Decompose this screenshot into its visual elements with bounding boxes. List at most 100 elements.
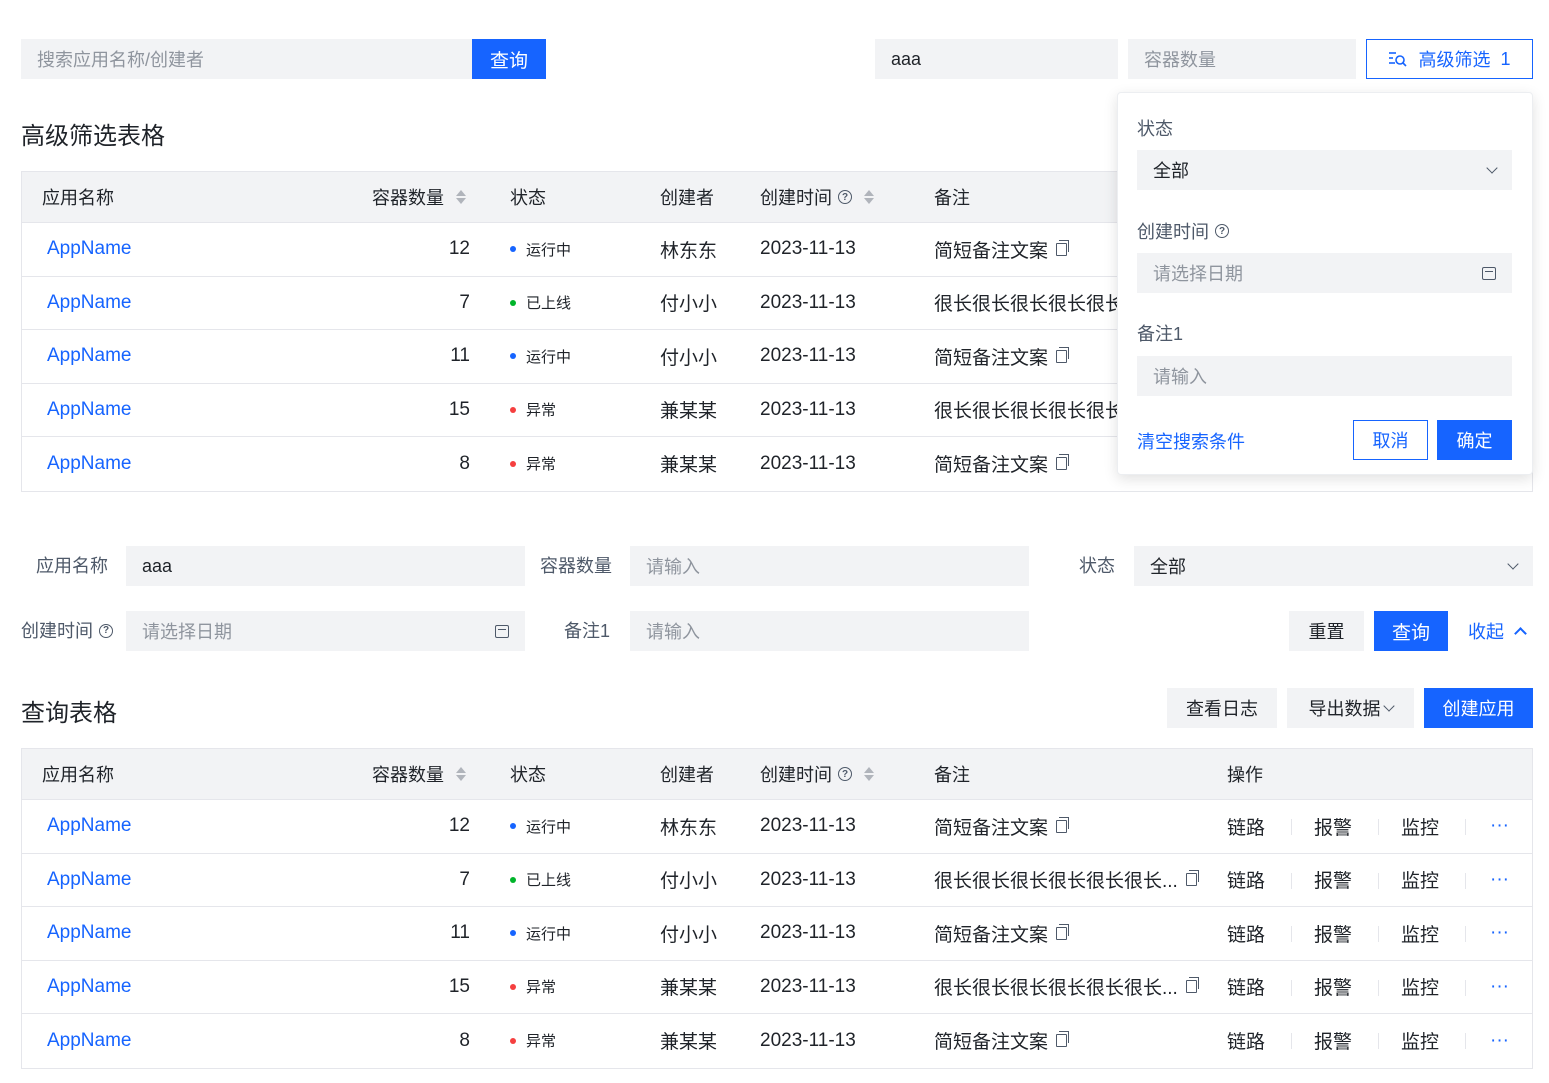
popover-note-input[interactable]: 请输入 xyxy=(1137,356,1512,396)
col-container-count[interactable]: 容器数量 xyxy=(372,749,466,799)
app-name-link[interactable]: AppName xyxy=(47,800,132,853)
export-data-button[interactable]: 导出数据 xyxy=(1287,688,1414,728)
form-container-input[interactable]: 请输入 xyxy=(630,546,1029,586)
help-icon[interactable]: ? xyxy=(99,624,113,638)
status-badge: 已上线 xyxy=(510,854,571,907)
chevron-down-icon xyxy=(1382,700,1395,712)
trace-link[interactable]: 链路 xyxy=(1227,854,1265,907)
help-icon[interactable]: ? xyxy=(838,767,852,781)
help-icon[interactable]: ? xyxy=(838,190,852,204)
cancel-button[interactable]: 取消 xyxy=(1353,420,1428,460)
monitor-link[interactable]: 监控 xyxy=(1401,800,1439,853)
col-created-time[interactable]: 创建时间 ? xyxy=(760,172,874,222)
confirm-button[interactable]: 确定 xyxy=(1437,420,1512,460)
note: 很长很长很长很长很长很 xyxy=(934,384,1143,437)
calendar-icon xyxy=(1482,266,1496,280)
more-icon[interactable]: ··· xyxy=(1490,961,1509,1014)
more-icon[interactable]: ··· xyxy=(1490,854,1509,907)
trace-link[interactable]: 链路 xyxy=(1227,961,1265,1014)
app-name-link[interactable]: AppName xyxy=(47,437,132,491)
form-created-label-wrap: 创建时间 ? xyxy=(21,611,113,651)
alert-link[interactable]: 报警 xyxy=(1314,854,1352,907)
copy-icon[interactable] xyxy=(1056,923,1070,940)
more-icon[interactable]: ··· xyxy=(1490,1014,1509,1068)
app-name-link[interactable]: AppName xyxy=(47,384,132,437)
status-text: 运行中 xyxy=(526,241,572,259)
query-button[interactable]: 查询 xyxy=(1374,611,1448,651)
form-status-select[interactable]: 全部 xyxy=(1134,546,1533,586)
col-created-time[interactable]: 创建时间 ? xyxy=(760,749,874,799)
col-container-count[interactable]: 容器数量 xyxy=(372,172,466,222)
status-badge: 异常 xyxy=(510,437,556,491)
sort-icon[interactable] xyxy=(864,767,874,781)
advanced-filter-button[interactable]: 高级筛选 1 xyxy=(1366,39,1533,79)
reset-button[interactable]: 重置 xyxy=(1289,611,1364,651)
col-container-count-label: 容器数量 xyxy=(372,765,444,785)
collapse-label: 收起 xyxy=(1468,622,1504,642)
app-name-link[interactable]: AppName xyxy=(47,223,132,276)
form-app-name-input[interactable]: aaa xyxy=(126,546,525,586)
sort-icon[interactable] xyxy=(864,190,874,204)
help-icon[interactable]: ? xyxy=(1215,224,1229,238)
view-log-button[interactable]: 查看日志 xyxy=(1167,688,1277,728)
alert-link[interactable]: 报警 xyxy=(1314,1014,1352,1068)
copy-icon[interactable] xyxy=(1185,977,1199,994)
monitor-link[interactable]: 监控 xyxy=(1401,1014,1439,1068)
more-icon[interactable]: ··· xyxy=(1490,800,1509,853)
creator: 兼某某 xyxy=(660,978,718,1000)
container-count: 12 xyxy=(448,238,470,260)
status-dot xyxy=(510,460,516,467)
monitor-link[interactable]: 监控 xyxy=(1401,907,1439,960)
copy-icon[interactable] xyxy=(1056,346,1070,363)
app-name-link[interactable]: AppName xyxy=(47,1014,132,1068)
table-row: AppName 15 异常 兼某某 2023-11-13 很长很长很长很长很长很长... 链… xyxy=(22,960,1532,1014)
sort-icon[interactable] xyxy=(456,767,466,781)
copy-icon[interactable] xyxy=(1185,870,1199,887)
monitor-link[interactable]: 监控 xyxy=(1401,854,1439,907)
popover-status-select[interactable]: 全部 xyxy=(1137,150,1512,190)
collapse-link[interactable]: 收起 xyxy=(1468,611,1527,651)
copy-icon[interactable] xyxy=(1056,239,1070,256)
trace-link[interactable]: 链路 xyxy=(1227,800,1265,853)
search-input[interactable]: 搜索应用名称/创建者 xyxy=(21,39,472,79)
status-badge: 异常 xyxy=(510,1014,556,1068)
search-button[interactable]: 查询 xyxy=(472,39,546,79)
clear-conditions-link[interactable]: 清空搜索条件 xyxy=(1137,428,1245,454)
container-count: 8 xyxy=(459,1029,470,1051)
alert-link[interactable]: 报警 xyxy=(1314,907,1352,960)
trace-link[interactable]: 链路 xyxy=(1227,1014,1265,1068)
action-divider xyxy=(1291,872,1292,889)
status-badge: 运行中 xyxy=(510,330,571,383)
more-icon[interactable]: ··· xyxy=(1490,907,1509,960)
action-divider xyxy=(1378,1033,1379,1049)
creator: 付小小 xyxy=(660,294,718,316)
alert-link[interactable]: 报警 xyxy=(1314,961,1352,1014)
app-name-link[interactable]: AppName xyxy=(47,277,132,330)
copy-icon[interactable] xyxy=(1056,454,1070,471)
status-text: 异常 xyxy=(526,456,557,474)
status-text: 异常 xyxy=(526,979,557,997)
filter-input[interactable]: aaa xyxy=(875,39,1118,79)
form-note-input[interactable]: 请输入 xyxy=(630,611,1029,651)
status-text: 异常 xyxy=(526,402,557,420)
container-count-input[interactable]: 容器数量 xyxy=(1128,39,1356,79)
trace-link[interactable]: 链路 xyxy=(1227,907,1265,960)
app-name-link[interactable]: AppName xyxy=(47,961,132,1014)
popover-date-picker[interactable]: 请选择日期 xyxy=(1137,253,1512,293)
sort-icon[interactable] xyxy=(456,190,466,204)
copy-icon[interactable] xyxy=(1056,816,1070,833)
created-date: 2023-11-13 xyxy=(760,922,856,944)
action-divider xyxy=(1378,979,1379,996)
app-name-link[interactable]: AppName xyxy=(47,330,132,383)
create-app-button[interactable]: 创建应用 xyxy=(1424,688,1533,728)
action-divider xyxy=(1465,872,1466,889)
col-app-name: 应用名称 xyxy=(42,188,114,208)
monitor-link[interactable]: 监控 xyxy=(1401,961,1439,1014)
alert-link[interactable]: 报警 xyxy=(1314,800,1352,853)
form-date-picker[interactable]: 请选择日期 xyxy=(126,611,525,651)
note-text: 简短备注文案 xyxy=(934,347,1049,369)
app-name-link[interactable]: AppName xyxy=(47,854,132,907)
container-count: 7 xyxy=(459,291,470,313)
copy-icon[interactable] xyxy=(1056,1031,1070,1048)
app-name-link[interactable]: AppName xyxy=(47,907,132,960)
